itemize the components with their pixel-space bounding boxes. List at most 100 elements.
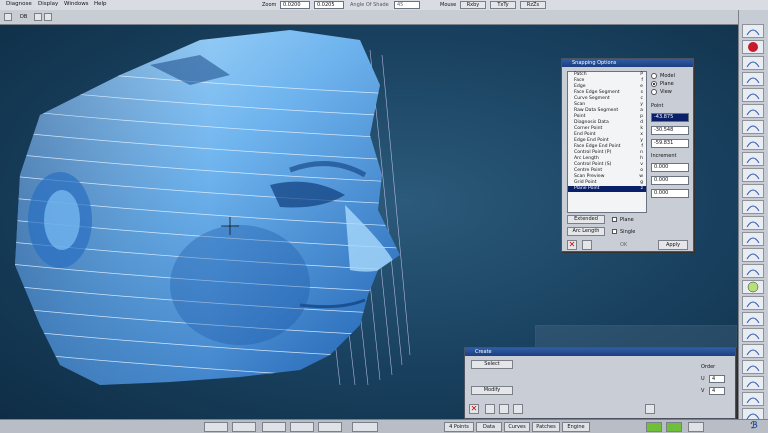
single-checkbox-label: Single xyxy=(620,229,636,235)
undo-icon[interactable] xyxy=(499,404,509,414)
point-y-field[interactable]: -30.548 xyxy=(651,126,689,135)
snap-item-label: Diagnosis Data xyxy=(574,120,609,125)
point-x-field[interactable]: -43.875 xyxy=(651,113,689,122)
apply-button[interactable]: Apply xyxy=(658,240,688,250)
patches-button[interactable]: Patches xyxy=(532,422,560,432)
zoom-field-2[interactable]: 0.0205 xyxy=(314,1,344,9)
view-select-2[interactable] xyxy=(742,72,764,86)
order-v-field[interactable]: 4 xyxy=(709,387,725,395)
zoom-out-icon[interactable] xyxy=(742,264,764,278)
extended-button[interactable]: Extended xyxy=(567,215,605,224)
angle-field[interactable]: 45 xyxy=(394,1,420,9)
curve-tool-icon[interactable] xyxy=(742,88,764,102)
mode-plane-radio[interactable] xyxy=(651,81,657,87)
select-button[interactable]: Select xyxy=(471,360,513,369)
globe-icon-2[interactable] xyxy=(666,422,682,432)
analysis-icon[interactable] xyxy=(742,344,764,358)
mode-view-radio[interactable] xyxy=(651,89,657,95)
snap-item-label: Face Edge Segment xyxy=(574,90,620,95)
snap-item-label: Face xyxy=(574,78,585,83)
increment-x-field[interactable]: 0.000 xyxy=(651,163,689,172)
angle-label: Angle Of Shade xyxy=(350,2,389,8)
eye-icon[interactable] xyxy=(262,422,286,432)
transform-icon[interactable] xyxy=(742,312,764,326)
red-sphere-icon[interactable] xyxy=(742,40,764,54)
open-icon[interactable] xyxy=(34,13,42,21)
snap-item-label: Edge xyxy=(574,84,586,89)
curve-tool-icon-2[interactable] xyxy=(742,104,764,118)
plane-checkbox-label: Plane xyxy=(620,217,634,223)
view-select[interactable] xyxy=(742,56,764,70)
point-z-field[interactable]: -59.831 xyxy=(651,139,689,148)
menu-windows[interactable]: Windows xyxy=(64,1,89,7)
menu-display[interactable]: Display xyxy=(38,1,58,7)
order-v-label: V xyxy=(701,388,705,394)
increment-y-field[interactable]: 0.000 xyxy=(651,176,689,185)
smiley-icon[interactable] xyxy=(742,280,764,294)
options-icon[interactable] xyxy=(645,404,655,414)
arc-icon[interactable] xyxy=(742,392,764,406)
bottom-toolbar: 4 Points Data Curves Patches Engine ℬ xyxy=(0,419,768,433)
disc-icon[interactable] xyxy=(352,422,378,432)
info-icon[interactable] xyxy=(582,240,592,250)
snap-item-label: Edge End Point xyxy=(574,138,609,143)
curve-tool-icon-3[interactable] xyxy=(742,120,764,134)
settings-icon[interactable] xyxy=(688,422,704,432)
zoom-icon[interactable] xyxy=(742,248,764,262)
create-panel-title: Create xyxy=(465,348,735,356)
redo-icon[interactable] xyxy=(513,404,523,414)
snap-list-item[interactable]: Plane Point z xyxy=(568,186,646,192)
curve-tool-icon-5[interactable] xyxy=(742,152,764,166)
mouse-label: Mouse xyxy=(440,2,457,8)
snap-type-list[interactable]: Patch P Face f Edge e Face Edge Segment s Curve … xyxy=(567,71,647,213)
increment-z-field[interactable]: 0.000 xyxy=(651,189,689,198)
snap-item-label: Face Edge End Point xyxy=(574,144,621,149)
curve-icon[interactable] xyxy=(742,24,764,38)
menu-help[interactable]: Help xyxy=(94,1,107,7)
snap-item-label: Corner Point xyxy=(574,126,603,131)
mouse-txty-button[interactable]: TxTy xyxy=(490,1,516,9)
cube-icon[interactable] xyxy=(742,216,764,230)
grid-icon[interactable] xyxy=(742,328,764,342)
render-icon[interactable] xyxy=(318,422,342,432)
rotate-icon[interactable] xyxy=(742,376,764,390)
modify-button[interactable]: Modify xyxy=(471,386,513,395)
view-icon[interactable] xyxy=(204,422,228,432)
curves-button[interactable]: Curves xyxy=(504,422,530,432)
wave-icon[interactable] xyxy=(742,360,764,374)
snapping-options-title: Snapping Options xyxy=(562,59,693,67)
snap-item-label: Centre Point xyxy=(574,168,603,173)
curvature-icon[interactable] xyxy=(742,296,764,310)
plane-checkbox[interactable] xyxy=(612,217,617,222)
mouse-rzzs-button[interactable]: RzZs xyxy=(520,1,546,9)
close-icon[interactable]: ✕ xyxy=(469,404,479,414)
mouse-rxby-button[interactable]: Rxby xyxy=(460,1,486,9)
single-checkbox[interactable] xyxy=(612,229,617,234)
pencil-icon[interactable] xyxy=(742,232,764,246)
curve-tool-icon-7[interactable] xyxy=(742,184,764,198)
points-button[interactable]: 4 Points xyxy=(444,422,474,432)
layer-icon[interactable] xyxy=(232,422,256,432)
ok-label[interactable]: OK xyxy=(620,242,627,248)
globe-icon[interactable] xyxy=(646,422,662,432)
data-button[interactable]: Data xyxy=(476,422,502,432)
close-icon[interactable]: ✕ xyxy=(567,240,577,250)
snap-item-label: Point xyxy=(574,114,586,119)
curve-tool-icon-4[interactable] xyxy=(742,136,764,150)
mode-model-radio[interactable] xyxy=(651,73,657,79)
snap-item-label: Grid Point xyxy=(574,180,597,185)
zoom-field[interactable]: 0.0200 xyxy=(280,1,310,9)
snap-item-label: End Point xyxy=(574,132,596,137)
engine-button[interactable]: Engine xyxy=(562,422,590,432)
arc-length-button[interactable]: Arc Length xyxy=(567,227,605,236)
palette-icon[interactable] xyxy=(290,422,314,432)
mode-view-label: View xyxy=(660,89,672,95)
menu-diagnose[interactable]: Diagnose xyxy=(6,1,32,7)
save-icon[interactable] xyxy=(44,13,52,21)
order-label: Order xyxy=(701,364,716,370)
surface-icon[interactable] xyxy=(742,200,764,214)
curve-tool-icon-6[interactable] xyxy=(742,168,764,182)
info-icon[interactable] xyxy=(485,404,495,414)
new-icon[interactable] xyxy=(4,13,12,21)
order-u-field[interactable]: 4 xyxy=(709,375,725,383)
